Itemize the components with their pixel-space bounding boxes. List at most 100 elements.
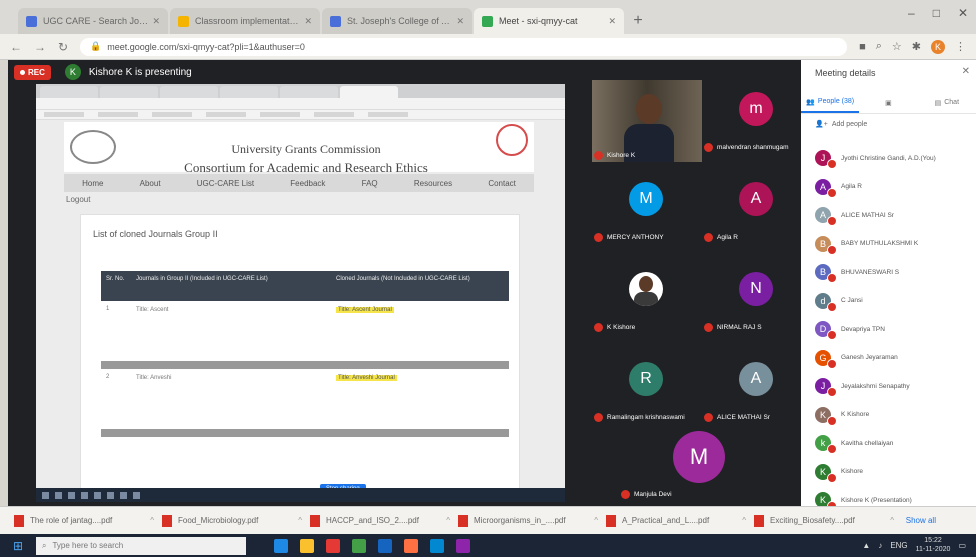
reload-icon[interactable]: ↻ xyxy=(58,40,68,54)
close-icon[interactable]: ✕ xyxy=(962,66,970,77)
taskbar-app-icon[interactable] xyxy=(456,538,470,553)
volume-icon[interactable]: ♪ xyxy=(878,541,882,550)
download-item[interactable]: Microorganisms_in_....pdf ^ xyxy=(458,514,598,527)
browser-tab-2[interactable]: St. Joseph's College of Arts & Sc...✕ xyxy=(322,8,472,34)
participant-avatar: A xyxy=(815,178,837,198)
close-window-icon[interactable]: ✕ xyxy=(958,6,968,20)
taskbar-app-icon[interactable] xyxy=(430,538,444,553)
participant-item[interactable]: G Ganesh Jeyaraman xyxy=(815,344,975,373)
taskbar-search[interactable]: ⌕ Type here to search xyxy=(36,536,246,555)
download-item[interactable]: Food_Microbiology.pdf ^ xyxy=(162,514,302,527)
participant-tile[interactable]: M MERCY ANTHONY xyxy=(592,174,700,244)
menu-dots-icon[interactable]: ⋮ xyxy=(955,40,966,53)
taskbar-app-icon[interactable] xyxy=(378,538,392,553)
new-tab-button[interactable]: + xyxy=(626,8,650,34)
taskbar-app-icon[interactable] xyxy=(352,538,366,553)
taskbar-app-icon[interactable] xyxy=(404,538,418,553)
mic-off-icon xyxy=(827,301,837,312)
chevron-up-icon[interactable]: ^ xyxy=(594,516,598,525)
participant-item[interactable]: K K Kishore xyxy=(815,401,975,430)
download-item[interactable]: The role of jantag....pdf ^ xyxy=(14,514,154,527)
participant-item[interactable]: B BABY MUTHULAKSHMI K xyxy=(815,230,975,259)
participant-name: Kishore K (Presentation) xyxy=(841,496,912,504)
browser-tab-0[interactable]: UGC CARE - Search Journal ✕ xyxy=(18,8,168,34)
info-icon: ▣ xyxy=(885,99,892,107)
bookmark-star-icon[interactable]: ☆ xyxy=(892,40,902,53)
participant-name: ALICE MATHAI Sr xyxy=(841,211,894,219)
participant-item[interactable]: J Jyothi Christine Gandi, A.D.(You) xyxy=(815,144,975,173)
tile-avatar: N xyxy=(739,272,773,306)
network-icon[interactable]: ▲ xyxy=(862,541,870,550)
chevron-up-icon[interactable]: ^ xyxy=(150,516,154,525)
profile-avatar[interactable]: K xyxy=(931,39,945,54)
extension-icon[interactable]: ✱ xyxy=(912,40,921,53)
download-name: Food_Microbiology.pdf xyxy=(178,516,259,525)
participant-item[interactable]: K Kishore xyxy=(815,458,975,487)
tab-people[interactable]: 👥 People (38) xyxy=(801,92,860,113)
tab-info[interactable]: ▣ xyxy=(859,92,917,113)
chevron-up-icon[interactable]: ^ xyxy=(446,516,450,525)
camera-tile-kishore[interactable]: Kishore K xyxy=(592,80,702,162)
windows-start-icon[interactable]: ⊞ xyxy=(0,539,36,553)
browser-tab-1[interactable]: Classroom implementation of...✕ xyxy=(170,8,320,34)
close-icon[interactable]: ✕ xyxy=(152,16,160,27)
add-person-icon: 👤+ xyxy=(815,121,828,128)
tile-label: ALICE MATHAI Sr xyxy=(704,413,770,422)
camera-indicator-icon[interactable]: ■ xyxy=(859,41,866,53)
chevron-up-icon[interactable]: ^ xyxy=(298,516,302,525)
chevron-up-icon[interactable]: ^ xyxy=(890,516,894,525)
clock[interactable]: 15:22 11-11-2020 xyxy=(916,537,951,554)
participant-item[interactable]: A ALICE MATHAI Sr xyxy=(815,201,975,230)
participant-tile[interactable]: A ALICE MATHAI Sr xyxy=(702,354,810,424)
ugc-menu-item: Resources xyxy=(413,178,453,188)
participant-tile[interactable]: K Kishore xyxy=(592,264,700,334)
taskbar-app-icon[interactable] xyxy=(274,538,288,553)
browser-extras: ■ ⌕ ☆ ✱ K ⋮ xyxy=(859,39,966,54)
participant-avatar: K xyxy=(815,406,837,426)
mic-off-icon xyxy=(827,387,837,398)
chevron-up-icon[interactable]: ^ xyxy=(742,516,746,525)
table-header: Sr. No. Journals in Group II (Included i… xyxy=(101,271,509,301)
participant-avatar: G xyxy=(815,349,837,369)
download-item[interactable]: HACCP_and_ISO_2....pdf ^ xyxy=(310,514,450,527)
mic-off-icon xyxy=(594,151,603,160)
minimize-icon[interactable]: – xyxy=(908,6,915,20)
participant-name: Kavitha chellaiyan xyxy=(841,439,894,447)
participant-item[interactable]: B BHUVANESWARI S xyxy=(815,258,975,287)
pdf-icon xyxy=(310,514,320,527)
maximize-icon[interactable]: □ xyxy=(933,6,940,20)
participant-tile[interactable]: N NIRMAL RAJ S xyxy=(702,264,810,334)
close-icon[interactable]: ✕ xyxy=(304,16,312,27)
tab-chat[interactable]: ▤ Chat xyxy=(918,92,976,113)
show-all-downloads-button[interactable]: Show all xyxy=(906,516,936,525)
back-icon[interactable]: ← xyxy=(10,40,22,54)
participant-item[interactable]: J Jeyalakshmi Senapathy xyxy=(815,372,975,401)
participant-name: Devapriya TPN xyxy=(841,325,885,333)
download-item[interactable]: A_Practical_and_L....pdf ^ xyxy=(606,514,746,527)
language-indicator[interactable]: ENG xyxy=(890,541,907,550)
close-icon[interactable]: ✕ xyxy=(608,16,616,27)
download-item[interactable]: Exciting_Biosafety....pdf ^ xyxy=(754,514,894,527)
url-field[interactable]: 🔒 meet.google.com/sxi-qmyy-cat?pli=1&aut… xyxy=(80,37,848,56)
tile-name: NIRMAL RAJ S xyxy=(717,324,762,331)
add-people-button[interactable]: 👤+ Add people xyxy=(815,120,867,129)
search-placeholder: Type here to search xyxy=(52,541,124,550)
participant-item[interactable]: D Devapriya TPN xyxy=(815,315,975,344)
participant-tile[interactable]: m malvendran shanmugam xyxy=(702,84,810,154)
participant-name: K Kishore xyxy=(841,411,870,419)
row-no: 1 xyxy=(106,306,110,312)
close-icon[interactable]: ✕ xyxy=(456,16,464,27)
browser-tab-3[interactable]: Meet - sxi-qmyy-cat ✕ xyxy=(474,8,624,34)
forward-icon[interactable]: → xyxy=(34,40,46,54)
participant-tile-large[interactable]: M Manjula Devi xyxy=(613,427,793,503)
participant-tile[interactable]: A Agila R xyxy=(702,174,810,244)
participant-item[interactable]: A Agila R xyxy=(815,173,975,202)
nav-buttons: ← → ↻ xyxy=(10,40,68,54)
notification-icon[interactable]: ▭ xyxy=(958,541,966,550)
taskbar-app-icon[interactable] xyxy=(300,538,314,553)
participant-item[interactable]: d C Jansi xyxy=(815,287,975,316)
participant-tile[interactable]: R Ramalingam krishnaswami xyxy=(592,354,700,424)
taskbar-app-icon[interactable] xyxy=(326,538,340,553)
zoom-icon[interactable]: ⌕ xyxy=(876,40,882,53)
participant-item[interactable]: k Kavitha chellaiyan xyxy=(815,429,975,458)
